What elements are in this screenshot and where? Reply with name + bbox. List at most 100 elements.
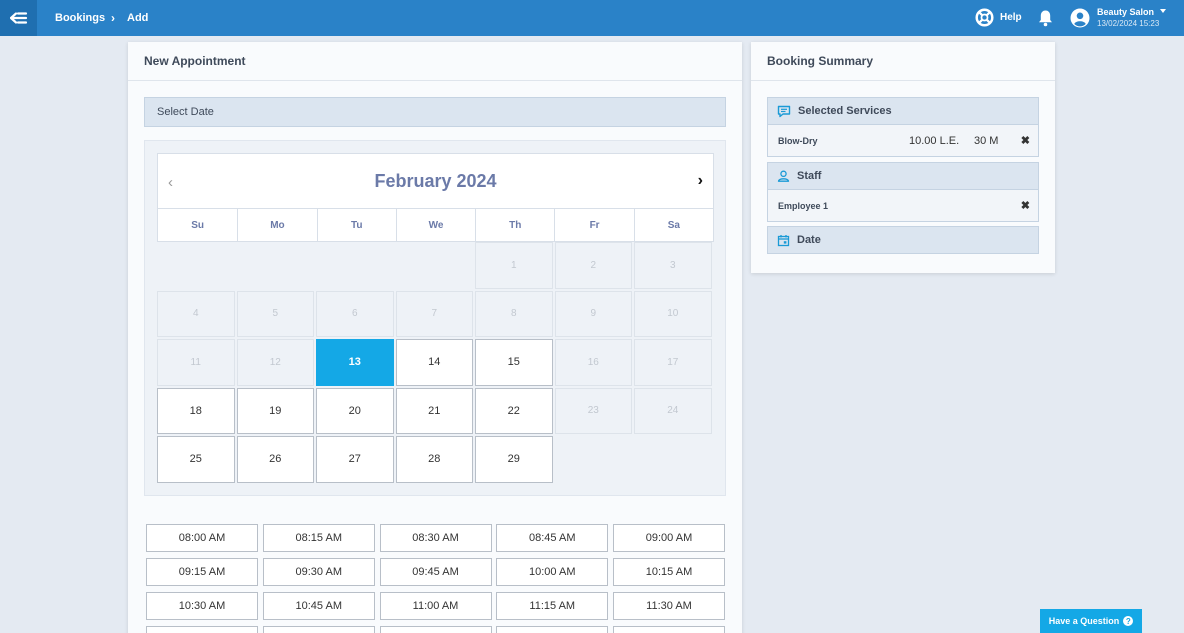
staff-label: Staff — [797, 170, 822, 182]
help-label: Help — [1000, 12, 1022, 23]
staff-row: Employee 1 ✖ — [767, 190, 1039, 222]
have-a-question-label: Have a Question — [1048, 616, 1120, 626]
remove-staff-icon[interactable]: ✖ — [1021, 199, 1030, 212]
calendar-day[interactable]: 29 — [475, 436, 553, 483]
next-month-button[interactable]: › — [698, 172, 703, 190]
service-duration: 30 M — [974, 135, 999, 147]
select-date-header: Select Date — [144, 97, 726, 127]
calendar-day: 9 — [554, 290, 632, 337]
time-slot[interactable]: 10:15 AM — [613, 558, 725, 586]
calendar: ‹ February 2024 › Su Mo Tu We Th Fr Sa 1… — [144, 140, 726, 496]
service-name: Blow-Dry — [778, 136, 818, 146]
menu-back-icon — [9, 12, 27, 24]
time-slot[interactable] — [262, 626, 375, 633]
date-section: Date — [767, 226, 1039, 254]
time-slot[interactable]: 11:30 AM — [613, 592, 725, 620]
weekday-label: Su — [191, 219, 205, 231]
calendar-day[interactable]: 14 — [395, 339, 473, 386]
calendar-day: 3 — [634, 242, 712, 289]
weekday-label: Th — [475, 209, 554, 241]
have-a-question-button[interactable]: Have a Question ? — [1040, 609, 1142, 633]
weekday-label: Tu — [316, 209, 396, 241]
weekday-label: Mo — [237, 209, 316, 241]
calendar-day: 1 — [475, 242, 553, 289]
time-slot[interactable]: 09:45 AM — [379, 558, 492, 586]
calendar-day[interactable]: 19 — [236, 387, 314, 434]
time-slot[interactable]: 10:00 AM — [496, 558, 609, 586]
selected-services-label: Selected Services — [798, 105, 892, 117]
calendar-day: 5 — [236, 290, 314, 337]
calendar-day[interactable]: 21 — [395, 387, 473, 434]
calendar-day: 4 — [157, 290, 235, 337]
lifebuoy-icon — [975, 8, 994, 27]
calendar-day: 16 — [554, 339, 632, 386]
time-slot[interactable]: 11:00 AM — [379, 592, 492, 620]
calendar-day[interactable]: 22 — [475, 387, 553, 434]
remove-service-icon[interactable]: ✖ — [1021, 134, 1030, 147]
calendar-empty-cell — [237, 242, 315, 289]
calendar-day[interactable]: 13 — [316, 339, 394, 386]
breadcrumb-separator: › — [111, 11, 115, 25]
time-slot[interactable]: 09:15 AM — [146, 558, 258, 586]
calendar-day: 7 — [395, 290, 473, 337]
calendar-day[interactable]: 26 — [236, 436, 314, 483]
calendar-empty-cell — [157, 242, 235, 289]
calendar-days-grid: 1 2 3 4 5 6 7 8 9 10 11 12 13 14 15 16 17 18 19 20 21 22 23 24 2… — [157, 242, 714, 483]
calendar-day: 11 — [157, 339, 235, 386]
summary-title: Booking Summary — [751, 42, 1055, 81]
calendar-day[interactable]: 18 — [157, 387, 235, 434]
time-slot[interactable]: 08:15 AM — [262, 524, 375, 552]
current-datetime: 13/02/2024 15:23 — [1097, 19, 1160, 28]
calendar-empty-cell — [396, 242, 474, 289]
time-slot[interactable] — [379, 626, 492, 633]
selected-services-header: Selected Services — [767, 97, 1039, 125]
weekday-label: Sa — [633, 209, 713, 241]
calendar-day[interactable]: 15 — [475, 339, 553, 386]
weekday-header: Su Mo Tu We Th Fr Sa — [157, 209, 714, 242]
time-slot[interactable]: 10:45 AM — [262, 592, 375, 620]
calendar-header: ‹ February 2024 › — [157, 153, 714, 209]
weekday-label: Fr — [554, 209, 633, 241]
staff-header: Staff — [767, 162, 1039, 190]
time-slot[interactable]: 08:00 AM — [146, 524, 258, 552]
calendar-day[interactable]: 27 — [316, 436, 394, 483]
booking-summary-panel: Booking Summary Selected Services Blow-D… — [751, 42, 1055, 273]
page-title: New Appointment — [128, 42, 742, 81]
chevron-down-icon[interactable] — [1160, 9, 1166, 13]
user-name[interactable]: Beauty Salon — [1097, 7, 1154, 17]
time-slot[interactable]: 08:30 AM — [379, 524, 492, 552]
bell-icon[interactable] — [1037, 9, 1054, 27]
time-slot[interactable] — [496, 626, 609, 633]
time-slot[interactable]: 09:30 AM — [262, 558, 375, 586]
service-row: Blow-Dry 10.00 L.E. 30 M ✖ — [767, 125, 1039, 157]
selected-services-section: Selected Services Blow-Dry 10.00 L.E. 30… — [767, 97, 1039, 157]
calendar-day[interactable]: 20 — [316, 387, 394, 434]
calendar-day[interactable]: 25 — [157, 436, 235, 483]
calendar-day[interactable]: 28 — [395, 436, 473, 483]
calendar-day: 12 — [236, 339, 314, 386]
time-slot[interactable] — [613, 626, 725, 633]
calendar-day: 17 — [634, 339, 712, 386]
menu-toggle-button[interactable] — [0, 0, 37, 36]
time-slot[interactable]: 10:30 AM — [146, 592, 258, 620]
time-slot[interactable]: 08:45 AM — [496, 524, 609, 552]
time-slot[interactable] — [146, 626, 258, 633]
help-button[interactable]: Help — [975, 8, 1022, 27]
person-icon — [777, 170, 790, 182]
calendar-day: 24 — [634, 387, 712, 434]
time-slot[interactable]: 09:00 AM — [613, 524, 725, 552]
user-circle-icon[interactable] — [1070, 8, 1090, 28]
calendar-empty-cell — [316, 242, 394, 289]
calendar-month-label: February 2024 — [374, 171, 497, 191]
staff-name: Employee 1 — [778, 201, 829, 211]
calendar-day: 23 — [554, 387, 632, 434]
date-label: Date — [797, 234, 821, 246]
time-slot[interactable]: 11:15 AM — [496, 592, 609, 620]
calendar-day: 6 — [316, 290, 394, 337]
breadcrumb-bookings[interactable]: Bookings — [55, 0, 105, 36]
calendar-icon — [777, 234, 790, 246]
question-icon: ? — [1123, 616, 1134, 626]
weekday-label: We — [395, 209, 475, 241]
comment-icon — [777, 105, 791, 117]
breadcrumb-add: Add — [127, 12, 149, 24]
